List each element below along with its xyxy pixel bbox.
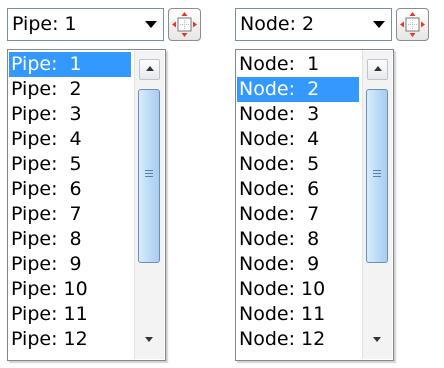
grip-icon xyxy=(373,170,381,178)
chevron-down-icon[interactable] xyxy=(373,21,385,28)
list-item[interactable]: Pipe: 3 xyxy=(9,102,131,127)
grip-icon xyxy=(145,170,153,178)
list-item[interactable]: Pipe: 6 xyxy=(9,177,131,202)
list-item[interactable]: Pipe: 2 xyxy=(9,77,131,102)
arrow-up-icon xyxy=(374,66,382,71)
list-item[interactable]: Node: 7 xyxy=(237,202,359,227)
arrow-up-icon xyxy=(146,66,154,71)
list-item[interactable]: Node: 2 xyxy=(237,77,359,102)
scroll-down-button[interactable] xyxy=(367,330,388,351)
scroll-up-button[interactable] xyxy=(367,59,388,80)
list-item[interactable]: Node: 1 xyxy=(237,52,359,77)
list-item[interactable]: Node: 3 xyxy=(237,102,359,127)
scrollbar-thumb[interactable] xyxy=(366,89,388,263)
list-item[interactable]: Node: 6 xyxy=(237,177,359,202)
list-item[interactable]: Pipe: 10 xyxy=(9,277,131,302)
pipe-dropdown-value: Pipe: 1 xyxy=(12,13,77,35)
list-item[interactable]: Node: 4 xyxy=(237,127,359,152)
pipe-dropdown[interactable]: Pipe: 1 xyxy=(7,8,164,41)
vertical-scrollbar[interactable] xyxy=(134,51,164,359)
node-dropdown-value: Node: 2 xyxy=(240,13,315,35)
list-item[interactable]: Node: 10 xyxy=(237,277,359,302)
node-listbox[interactable]: Node: 1 Node: 2 Node: 3 Node: 4 Node: 5 … xyxy=(235,49,394,361)
zoom-to-fit-icon xyxy=(172,12,197,37)
list-item[interactable]: Pipe: 1 xyxy=(9,52,131,77)
vertical-scrollbar[interactable] xyxy=(362,51,392,359)
pipe-list-items: Pipe: 1 Pipe: 2 Pipe: 3 Pipe: 4 Pipe: 5 … xyxy=(9,52,131,352)
scrollbar-thumb[interactable] xyxy=(138,89,160,263)
scroll-down-button[interactable] xyxy=(139,330,160,351)
node-list-items: Node: 1 Node: 2 Node: 3 Node: 4 Node: 5 … xyxy=(237,52,359,352)
list-item[interactable]: Pipe: 4 xyxy=(9,127,131,152)
list-item[interactable]: Node: 11 xyxy=(237,302,359,327)
arrow-down-icon xyxy=(373,337,381,342)
list-item[interactable]: Pipe: 5 xyxy=(9,152,131,177)
pipe-listbox[interactable]: Pipe: 1 Pipe: 2 Pipe: 3 Pipe: 4 Pipe: 5 … xyxy=(7,49,166,361)
node-zoom-button[interactable] xyxy=(396,8,429,41)
list-item[interactable]: Pipe: 7 xyxy=(9,202,131,227)
list-item[interactable]: Node: 9 xyxy=(237,252,359,277)
scroll-up-button[interactable] xyxy=(139,59,160,80)
list-item[interactable]: Node: 8 xyxy=(237,227,359,252)
list-item[interactable]: Node: 12 xyxy=(237,327,359,352)
chevron-down-icon[interactable] xyxy=(145,21,157,28)
zoom-to-fit-icon xyxy=(400,12,425,37)
node-dropdown[interactable]: Node: 2 xyxy=(235,8,392,41)
list-item[interactable]: Pipe: 9 xyxy=(9,252,131,277)
list-item[interactable]: Pipe: 12 xyxy=(9,327,131,352)
list-item[interactable]: Pipe: 11 xyxy=(9,302,131,327)
arrow-down-icon xyxy=(145,337,153,342)
pipe-selector: Pipe: 1 Pipe: 1 Pipe: 2 Pipe: 3 Pipe: 4 … xyxy=(0,0,215,368)
list-item[interactable]: Pipe: 8 xyxy=(9,227,131,252)
list-item[interactable]: Node: 5 xyxy=(237,152,359,177)
node-selector: Node: 2 Node: 1 Node: 2 Node: 3 Node: 4 … xyxy=(228,0,444,368)
pipe-zoom-button[interactable] xyxy=(168,8,201,41)
